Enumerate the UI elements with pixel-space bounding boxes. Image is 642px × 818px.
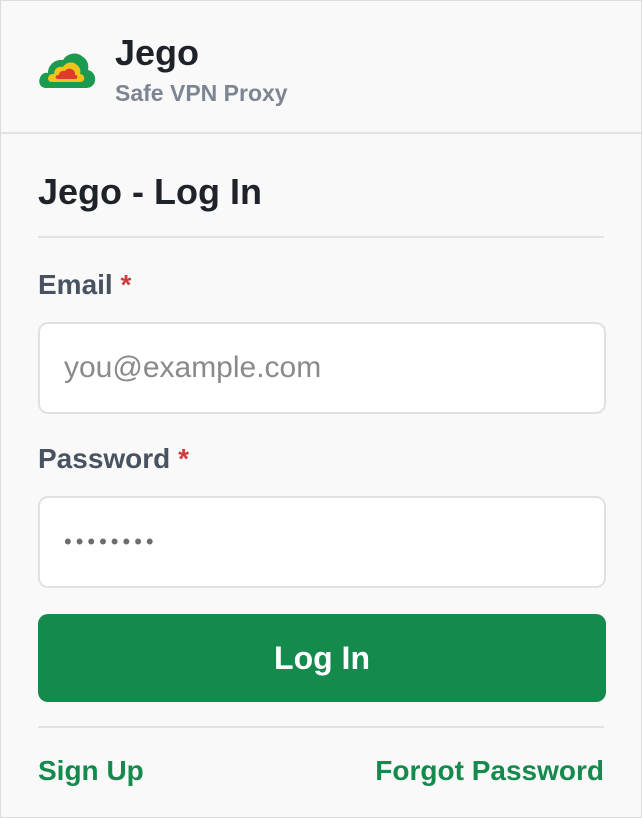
login-window: Jego Safe VPN Proxy Jego - Log In Email … — [0, 0, 642, 818]
sign-up-link[interactable]: Sign Up — [38, 754, 144, 788]
email-required-marker: * — [120, 269, 132, 300]
title-divider — [38, 236, 604, 238]
page-title: Jego - Log In — [38, 171, 262, 212]
login-button[interactable]: Log In — [38, 614, 606, 702]
app-header: Jego Safe VPN Proxy — [1, 1, 641, 134]
app-subtitle: Safe VPN Proxy — [115, 80, 288, 106]
email-label-text: Email — [38, 269, 113, 300]
password-label-text: Password — [38, 443, 171, 474]
password-label: Password * — [38, 442, 604, 476]
app-name: Jego — [115, 32, 200, 73]
email-label: Email * — [38, 268, 604, 302]
footer-links: Sign Up Forgot Password — [38, 754, 604, 788]
email-field[interactable] — [38, 322, 606, 414]
password-field[interactable] — [38, 496, 606, 588]
footer-divider — [38, 726, 604, 728]
forgot-password-link[interactable]: Forgot Password — [375, 754, 604, 788]
password-required-marker: * — [178, 443, 189, 474]
cloud-logo-icon — [39, 53, 96, 88]
login-form: Jego - Log In Email * Password * Log In … — [38, 134, 606, 788]
